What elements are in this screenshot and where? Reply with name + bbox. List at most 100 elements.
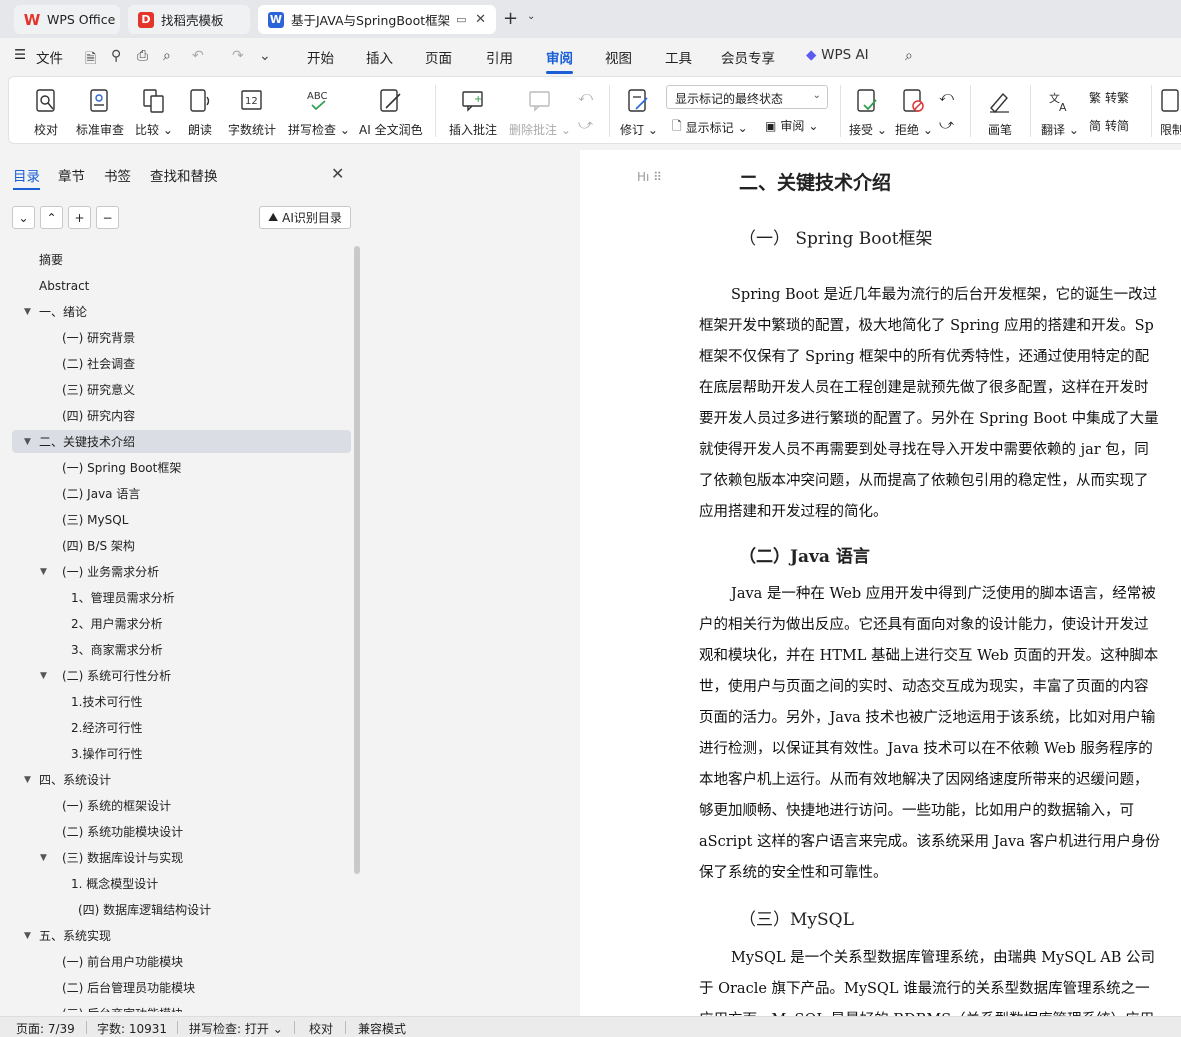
chevron-down-icon[interactable]: ⌄ [527,11,535,22]
spell-check-button[interactable]: ABC 拼写检查 ⌄ [288,77,350,138]
close-tab-icon[interactable]: ✕ [475,12,486,27]
print-preview-icon[interactable]: ⌕ [163,48,171,64]
remove-heading-button[interactable]: − [96,206,119,229]
toc-scrollbar[interactable] [354,246,360,874]
ai-polish-button[interactable]: AI 全文润色 [359,77,423,138]
expand-arrow-icon[interactable]: ▼ [40,671,47,681]
toc-item[interactable]: (一) 前台用户功能模块 [12,950,351,973]
prev-change-icon[interactable]: ⤺ [939,89,954,105]
toc-item[interactable]: (二) Java 语言 [12,482,351,505]
expand-arrow-icon[interactable]: ▼ [24,775,31,785]
next-change-icon[interactable]: ⤻ [939,117,954,133]
more-dropdown-icon[interactable]: ⌄ [259,48,271,64]
toc-item[interactable]: Abstract [12,274,351,297]
expand-arrow-icon[interactable]: ▼ [24,437,31,447]
spell-check-status[interactable]: 拼写检查: 打开 ⌄ [189,1020,283,1037]
toc-item[interactable]: (一) 系统的框架设计 [12,794,351,817]
expand-arrow-icon[interactable]: ▼ [40,567,47,577]
restrict-button[interactable]: 限制 [1159,77,1181,138]
delete-comment-button[interactable]: 删除批注 ⌄ [509,77,571,138]
toc-item[interactable]: ▼ 二、关键技术介绍 [12,430,351,453]
toc-item[interactable]: ▼ (三) 数据库设计与实现 [12,846,351,869]
toc-item[interactable]: ▼ 五、系统实现 [12,924,351,947]
toc-item[interactable]: ▼ (一) 业务需求分析 [12,560,351,583]
close-icon[interactable]: ✕ [331,164,344,183]
standard-review-button[interactable]: 标准审查 [76,77,124,138]
toc-item[interactable]: (四) 数据库逻辑结构设计 [12,898,351,921]
add-heading-button[interactable]: + [68,206,91,229]
translate-button[interactable]: 文A 翻译 ⌄ [1041,77,1079,138]
share-icon[interactable]: ⚲ [111,48,121,64]
toc-item[interactable]: ▼ (二) 系统可行性分析 [12,664,351,687]
menu-tools[interactable]: 工具 [665,47,692,67]
accept-button[interactable]: 接受 ⌄ [849,77,887,138]
toc-item[interactable]: 1、管理员需求分析 [12,586,351,609]
prev-comment-icon[interactable]: ⤺ [578,89,593,105]
toc-item[interactable]: (一) Spring Boot框架 [12,456,351,479]
read-aloud-button[interactable]: 朗读 [188,77,212,138]
tab-chapters[interactable]: 章节 [58,165,85,185]
save-icon[interactable]: 🗎 [85,48,96,72]
menu-file[interactable]: 文件 [36,47,63,67]
menu-insert[interactable]: 插入 [366,47,393,67]
heading-handle-icon[interactable]: Hı ⠿ [637,170,662,184]
wps-ai-button[interactable]: ◆ WPS AI [806,47,869,63]
word-count-status[interactable]: 字数: 10931 [97,1020,167,1037]
menu-reference[interactable]: 引用 [486,47,513,67]
undo-icon[interactable]: ↶ [192,48,204,64]
tab-bookmarks[interactable]: 书签 [104,165,131,185]
toc-item[interactable]: 1. 概念模型设计 [12,872,351,895]
menu-view[interactable]: 视图 [605,47,632,67]
page-indicator[interactable]: 页面: 7/39 [16,1020,75,1037]
toc-item[interactable]: (四) B/S 架构 [12,534,351,557]
toc-item[interactable]: (三) MySQL [12,508,351,531]
toc-item[interactable]: 3、商家需求分析 [12,638,351,661]
compare-button[interactable]: 比较 ⌄ [135,77,173,138]
toc-item[interactable]: 1.技术可行性 [12,690,351,713]
tab-document[interactable]: W 基于JAVA与SpringBoot框架 ▭ ✕ [258,5,496,34]
reject-button[interactable]: 拒绝 ⌄ [895,77,933,138]
display-mode-select[interactable]: 显示标记的最终状态 ⌄ [666,85,828,109]
proof-status[interactable]: 校对 [309,1020,333,1037]
show-markup-button[interactable]: 🗋 显示标记 ⌄ [672,117,748,138]
insert-comment-button[interactable]: + 插入批注 [449,77,497,138]
collapse-up-button[interactable]: ⌃ [40,206,63,229]
expand-arrow-icon[interactable]: ▼ [24,931,31,941]
toc-item[interactable]: 2、用户需求分析 [12,612,351,635]
collapse-down-button[interactable]: ⌄ [12,206,35,229]
expand-arrow-icon[interactable]: ▼ [24,307,31,317]
hamburger-icon[interactable]: ☰ [14,47,26,63]
to-traditional-button[interactable]: 繁转繁 [1089,89,1129,106]
pen-button[interactable]: 画笔 [987,77,1013,138]
tab-find-replace[interactable]: 查找和替换 [150,165,218,185]
next-comment-icon[interactable]: ⤻ [578,117,593,133]
redo-icon[interactable]: ↷ [232,48,244,64]
toc-item[interactable]: ▼ 四、系统设计 [12,768,351,791]
toc-item[interactable]: (四) 研究内容 [12,404,351,427]
new-tab-icon[interactable]: + [503,8,518,29]
tab-toc[interactable]: 目录 [13,165,40,190]
menu-review[interactable]: 审阅 [546,47,573,74]
toc-item[interactable]: (二) 后台管理员功能模块 [12,976,351,999]
tab-wps-office[interactable]: W WPS Office [14,5,120,34]
menu-start[interactable]: 开始 [307,47,334,67]
review-pane-button[interactable]: ▣ 审阅 ⌄ [765,117,818,134]
toc-item[interactable]: (三) 研究意义 [12,378,351,401]
expand-arrow-icon[interactable]: ▼ [40,853,47,863]
toc-item[interactable]: (三) 后台商家功能模块 [12,1002,351,1012]
toc-item[interactable]: 3.操作可行性 [12,742,351,765]
toc-item[interactable]: 摘要 [12,248,351,271]
toc-item[interactable]: (一) 研究背景 [12,326,351,349]
tab-docer[interactable]: D 找稻壳模板 [128,5,250,34]
search-icon[interactable]: ⌕ [905,48,913,64]
proofread-button[interactable]: 校对 [34,77,58,138]
to-simplified-button[interactable]: 简转简 [1089,117,1129,134]
word-count-button[interactable]: 12 字数统计 [228,77,276,138]
toc-item[interactable]: (二) 系统功能模块设计 [12,820,351,843]
track-changes-button[interactable]: 修订 ⌄ [620,77,658,138]
toc-item[interactable]: 2.经济可行性 [12,716,351,739]
ai-toc-button[interactable]: ⛰ AI识别目录 [259,206,351,229]
print-icon[interactable]: ⎙ [137,48,148,64]
toc-item[interactable]: ▼ 一、绪论 [12,300,351,323]
toc-item[interactable]: (二) 社会调查 [12,352,351,375]
